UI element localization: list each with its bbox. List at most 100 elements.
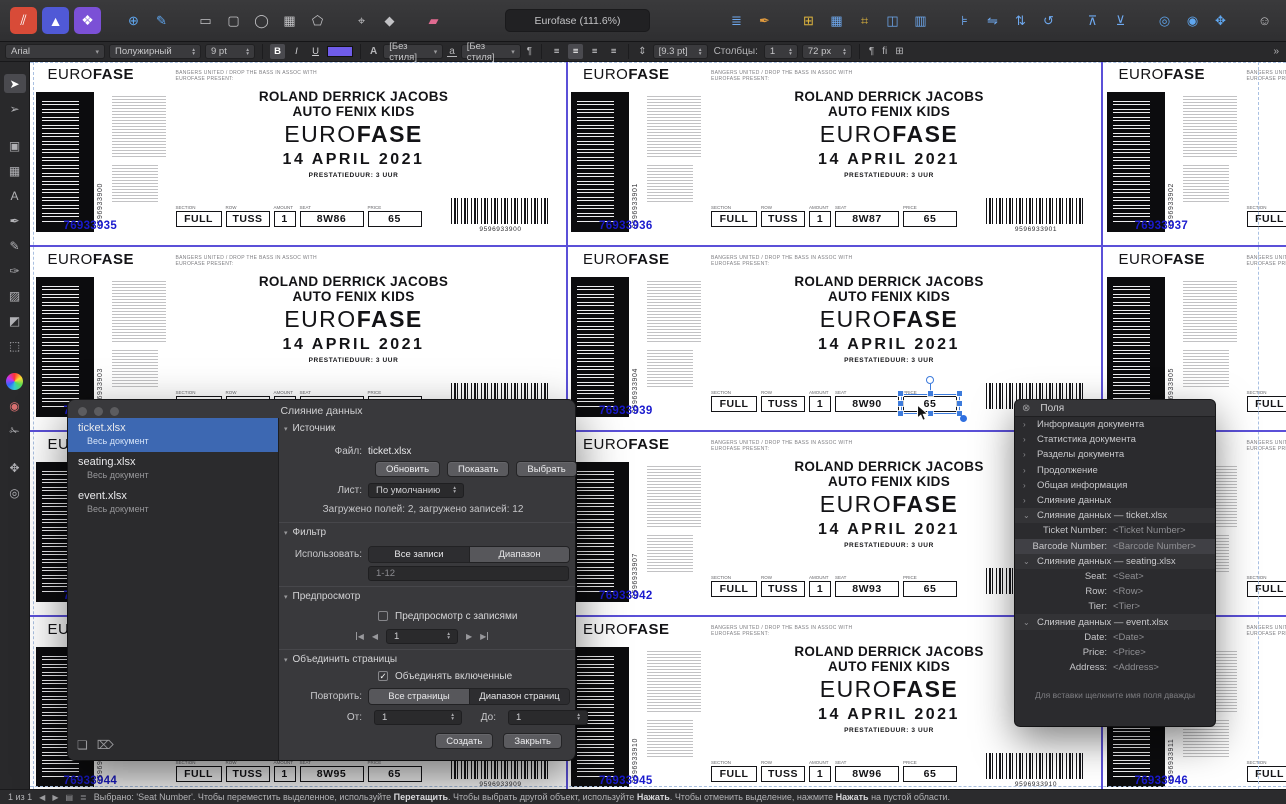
snap-guides-icon[interactable]: ⌗ — [853, 9, 876, 32]
from-input[interactable]: 1 ▴▾ — [374, 710, 462, 725]
transparency-tool[interactable]: ◩ — [4, 311, 26, 330]
zoom-view-icon[interactable]: ◎ — [1153, 9, 1176, 32]
underline-button[interactable]: U — [308, 44, 323, 59]
record-number-input[interactable]: 1 ▴▾ — [386, 629, 458, 644]
ticket-row-box[interactable]: TUSS — [226, 766, 270, 782]
snap-candidates-icon[interactable]: ▥ — [909, 9, 932, 32]
flip-horizontal-icon[interactable]: ⇋ — [981, 9, 1004, 32]
more-options-icon[interactable]: » — [1271, 46, 1281, 57]
rotation-handle[interactable] — [926, 376, 934, 384]
field-row[interactable]: Barcode Number: <Barcode Number> — [1015, 539, 1215, 554]
first-record-icon[interactable]: ◀ — [356, 632, 364, 641]
move-tool[interactable]: ➤ — [4, 74, 26, 93]
flip-vertical-icon[interactable]: ⇅ — [1009, 9, 1032, 32]
pen-settings-icon[interactable]: ✒ — [753, 9, 776, 32]
section-preview[interactable]: ▾ Предпросмотр — [284, 591, 360, 602]
ticket-amount-box[interactable]: 1 — [809, 581, 831, 597]
field-row[interactable]: Date: <Date> — [1015, 630, 1215, 645]
source-item[interactable]: ticket.xlsx Весь документ — [68, 418, 278, 452]
all-pages-segment[interactable]: Все страницы — [369, 689, 469, 704]
preview-mode-icon[interactable]: ◉ — [1181, 9, 1204, 32]
source-item[interactable]: event.xlsx Весь документ — [68, 486, 278, 520]
fields-group-collapsed[interactable]: › Разделы документа — [1015, 447, 1215, 462]
edit-pencil-icon[interactable]: ✎ — [150, 9, 173, 32]
ticket-price-box[interactable]: 65 — [903, 211, 957, 227]
selection-handle[interactable] — [957, 391, 962, 396]
delete-source-icon[interactable]: ⌦ — [97, 738, 114, 752]
to-input[interactable]: 1 ▴▾ — [508, 710, 588, 725]
text-wrap-icon[interactable]: ≣ — [725, 9, 748, 32]
picture-frame-tool[interactable]: ▣ — [4, 136, 26, 155]
snap-manager-icon[interactable]: ⊞ — [797, 9, 820, 32]
gradient-tool[interactable]: ▨ — [4, 286, 26, 305]
ticket-section-box[interactable]: FULL — [711, 396, 757, 412]
text-tool[interactable]: A — [4, 186, 26, 205]
ticket-amount-box[interactable]: 1 — [809, 211, 831, 227]
text-frame-icon[interactable]: ⊞ — [893, 46, 905, 57]
prev-record-icon[interactable]: ◀ — [372, 632, 378, 641]
align-icon[interactable]: ⊧ — [953, 9, 976, 32]
ticket-price-box[interactable]: 65 — [368, 766, 422, 782]
align-center-button[interactable]: ≡ — [568, 44, 583, 59]
last-record-icon[interactable]: ▶ — [480, 632, 488, 641]
ticket-seat-box[interactable]: 8W95 — [300, 766, 364, 782]
italic-button[interactable]: I — [289, 44, 304, 59]
order-forward-icon[interactable]: ⊼ — [1081, 9, 1104, 32]
ticket-amount-box[interactable]: 1 — [274, 766, 296, 782]
ticket-section-box[interactable]: FULL — [1247, 396, 1286, 412]
ticket[interactable]: EUROFASE 9596933900 BANGERS UNITED / DRO… — [34, 62, 569, 247]
field-row[interactable]: Address: <Address> — [1015, 660, 1215, 675]
ticket-seat-box[interactable]: 8W90 — [835, 396, 899, 412]
add-source-icon[interactable]: ❏ — [77, 738, 88, 752]
bold-button[interactable]: B — [270, 44, 285, 59]
color-wheel-icon[interactable]: ● — [6, 373, 23, 390]
fields-group-collapsed[interactable]: › Общая информация — [1015, 478, 1215, 493]
update-button[interactable]: Обновить — [375, 461, 440, 477]
font-family-select[interactable]: Arial▾ — [5, 44, 105, 59]
ticket-amount-box[interactable]: 1 — [809, 766, 831, 782]
ticket-section-box[interactable]: FULL — [1247, 766, 1286, 782]
page-range-segment[interactable]: Диапазон страниц — [469, 689, 569, 704]
ticket-amount-box[interactable]: 1 — [809, 396, 831, 412]
ticket-row-box[interactable]: TUSS — [761, 766, 805, 782]
pin-icon[interactable]: ⌖ — [350, 9, 373, 32]
text-color-swatch[interactable] — [327, 46, 353, 57]
rotate-ccw-icon[interactable]: ↺ — [1037, 9, 1060, 32]
close-icon[interactable]: ⊗ — [1022, 403, 1030, 414]
ticket-section-box[interactable]: FULL — [176, 766, 222, 782]
frame-rect-icon[interactable]: ▭ — [194, 9, 217, 32]
fields-group-collapsed[interactable]: › Информация документа — [1015, 417, 1215, 432]
ticket-section-box[interactable]: FULL — [711, 581, 757, 597]
ticket-row-box[interactable]: TUSS — [761, 396, 805, 412]
baseline-handle[interactable] — [960, 415, 967, 422]
field-row[interactable]: Tier: <Tier> — [1015, 599, 1215, 614]
leading-input[interactable]: [9.3 pt] ▴▾ — [653, 44, 708, 59]
paragraph-icon[interactable]: ¶ — [525, 46, 534, 57]
pencil-tool[interactable]: ✎ — [4, 236, 26, 255]
selection-handle[interactable] — [898, 391, 903, 396]
show-button[interactable]: Показать — [447, 461, 509, 477]
field-row[interactable]: Price: <Price> — [1015, 645, 1215, 660]
section-merge-pages[interactable]: ▾ Объединить страницы — [284, 654, 397, 665]
photo-persona-icon[interactable]: ❖ — [74, 7, 101, 34]
crop-tool[interactable]: ⬚ — [4, 336, 26, 355]
ticket-section-box[interactable]: FULL — [1247, 581, 1286, 597]
node-tool[interactable]: ➢ — [4, 99, 26, 118]
zoom-tool[interactable]: ◎ — [4, 483, 26, 502]
ligatures-icon[interactable]: fi — [880, 46, 889, 57]
frame-rounded-icon[interactable]: ▢ — [222, 9, 245, 32]
next-record-icon[interactable]: ▶ — [466, 632, 472, 641]
ticket-row-box[interactable]: TUSS — [226, 211, 270, 227]
frame-polygon-icon[interactable]: ⬠ — [306, 9, 329, 32]
selection-handle[interactable] — [898, 411, 903, 416]
sheet-select[interactable]: По умолчанию ▴▾ — [368, 483, 464, 498]
selection-handle[interactable] — [898, 401, 903, 406]
knife-tool[interactable]: ✁ — [4, 421, 26, 440]
pan-tool[interactable]: ✥ — [4, 458, 26, 477]
fields-group-collapsed[interactable]: › Слияние данных — [1015, 493, 1215, 508]
ticket-price-box[interactable]: 65 — [368, 211, 422, 227]
ticket[interactable]: EUROFASE 9596933901 BANGERS UNITED / DRO… — [569, 62, 1104, 247]
place-content-icon[interactable]: ⊕ — [122, 9, 145, 32]
ticket-row-box[interactable]: TUSS — [761, 211, 805, 227]
character-style-select[interactable]: [Без стиля]▾ — [383, 44, 443, 59]
